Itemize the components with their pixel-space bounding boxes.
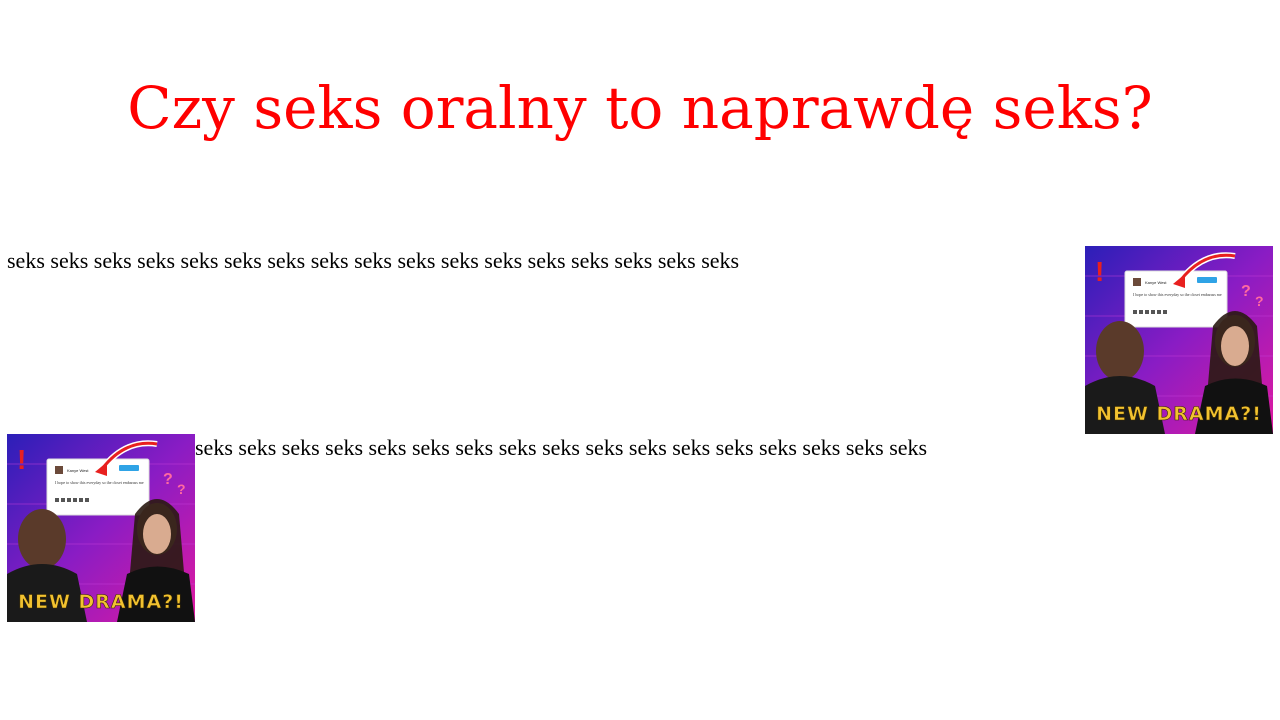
tweet-text: I hope to show this everyday so the clos… (55, 480, 144, 485)
svg-text:?: ? (163, 471, 173, 488)
svg-text:!: ! (17, 444, 26, 475)
svg-text:?: ? (1255, 293, 1264, 309)
page-title: Czy seks oralny to naprawdę seks? (127, 74, 1153, 142)
thumbnail-image: Kanye West I hope to show this everyday … (7, 434, 195, 622)
body-paragraph: seks seks seks seks seks seks seks seks … (7, 248, 740, 273)
svg-text:?: ? (177, 481, 186, 497)
thumbnail-image: Kanye West I hope to show this everyday … (1085, 246, 1273, 434)
tweet-text: I hope to show this everyday so the clos… (1133, 292, 1222, 297)
tweet-name: Kanye West (1145, 280, 1167, 285)
tweet-name: Kanye West (67, 468, 89, 473)
thumbnail-caption: NEW DRAMA?! (1096, 403, 1262, 425)
svg-text:?: ? (1241, 283, 1251, 300)
body-paragraph: seks seks seks seks seks seks seks seks … (195, 435, 928, 460)
thumbnail-caption: NEW DRAMA?! (18, 591, 184, 613)
svg-text:!: ! (1095, 256, 1104, 287)
